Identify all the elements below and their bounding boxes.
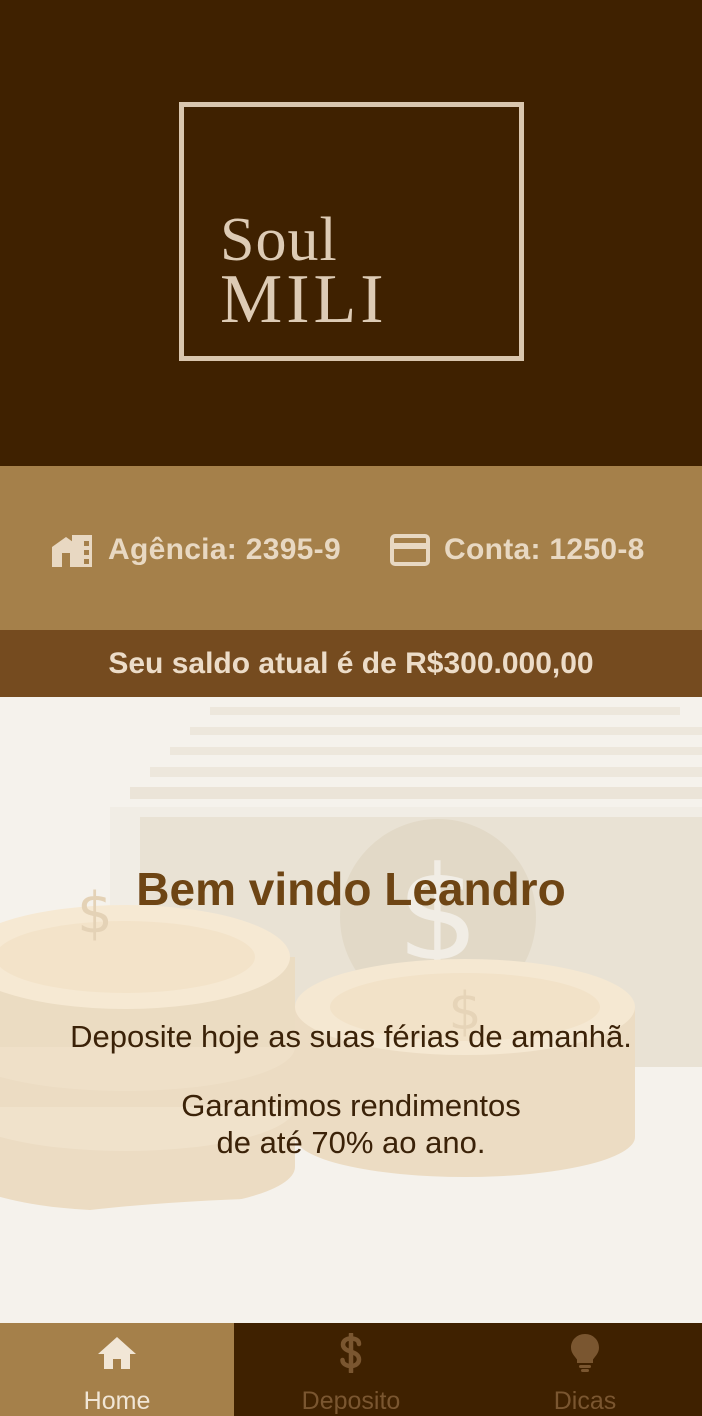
nav-item-dicas[interactable]: Dicas: [468, 1323, 702, 1416]
dollar-icon: [340, 1333, 362, 1373]
main-content: $ $ $ Bem vindo Leandro Deposite hoje as…: [0, 697, 702, 1323]
building-icon: [52, 535, 92, 567]
nav-label-dicas: Dicas: [553, 1387, 617, 1415]
home-icon: [98, 1337, 136, 1369]
lightbulb-icon: [571, 1334, 599, 1372]
tagline-text: Deposite hoje as suas férias de amanhã.: [70, 1019, 632, 1054]
conta-info: Conta: 1250-8: [390, 530, 645, 570]
money-illustration: $ $ $: [0, 707, 702, 1317]
nav-item-deposito[interactable]: Deposito: [234, 1323, 468, 1416]
promo-line-1: Garantimos rendimentos: [181, 1088, 521, 1123]
account-info-bar: Agência: 2395-9 Conta: 1250-8: [0, 466, 702, 630]
promo-text: Garantimos rendimentos de até 70% ao ano…: [0, 1087, 702, 1161]
logo-text-mili: MILI: [220, 261, 388, 338]
brand-logo: Soul MILI: [179, 102, 524, 361]
nav-label-home: Home: [83, 1387, 151, 1415]
nav-item-home[interactable]: Home: [0, 1323, 234, 1416]
conta-label: Conta: 1250-8: [444, 533, 645, 566]
welcome-heading: Bem vindo Leandro: [136, 863, 566, 915]
app-header: Soul MILI: [0, 0, 702, 466]
balance-bar: Seu saldo atual é de R$300.000,00: [0, 630, 702, 697]
balance-text: Seu saldo atual é de R$300.000,00: [108, 646, 594, 680]
nav-label-deposito: Deposito: [301, 1387, 401, 1415]
agencia-info: Agência: 2395-9: [50, 530, 341, 570]
agencia-label: Agência: 2395-9: [108, 533, 341, 566]
credit-card-icon: [390, 534, 430, 566]
promo-line-2: de até 70% ao ano.: [216, 1125, 486, 1160]
bottom-navigation: Home Deposito Dicas: [0, 1323, 702, 1416]
